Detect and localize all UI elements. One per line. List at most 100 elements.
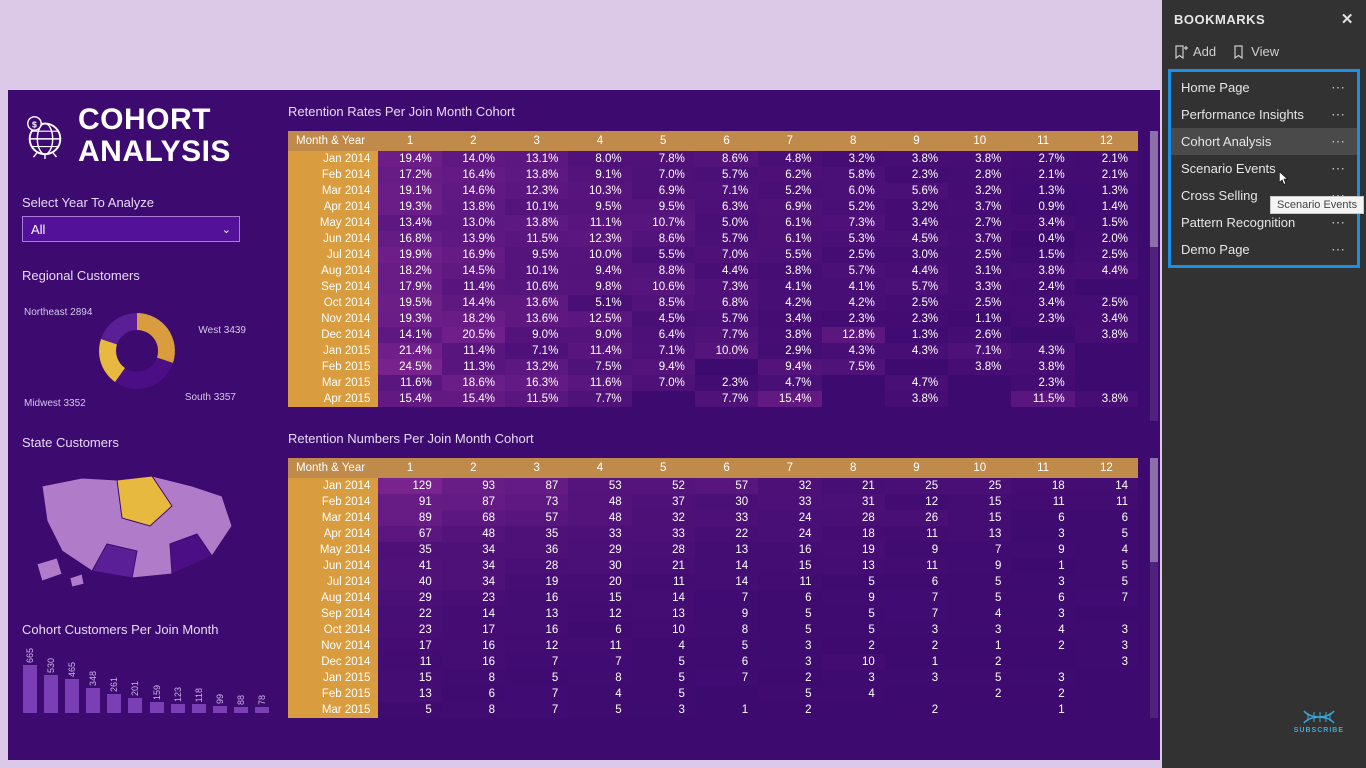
table-cell: 6.3% — [695, 199, 758, 215]
table-cell: 1.1% — [948, 311, 1011, 327]
table-cell: 2.1% — [1075, 167, 1138, 183]
table-cell: 3 — [632, 702, 695, 718]
bar-column: 465 — [64, 662, 80, 713]
table-cell: 1.3% — [1011, 183, 1074, 199]
year-dropdown[interactable]: All ⌄ — [22, 216, 240, 242]
bookmark-add-button[interactable]: Add — [1174, 44, 1216, 59]
table-cell: 25 — [885, 478, 948, 494]
table-cell: 5.7% — [885, 279, 948, 295]
table-cell: 1 — [885, 654, 948, 670]
close-icon[interactable]: ✕ — [1341, 10, 1354, 28]
table-cell: 5 — [1075, 558, 1138, 574]
table-cell: 12 — [505, 638, 568, 654]
table-cell: 14.6% — [442, 183, 505, 199]
table-cell: 13.8% — [505, 167, 568, 183]
table-cell: 30 — [568, 558, 631, 574]
table-cell: 53 — [568, 478, 631, 494]
table-cell: 3.2% — [948, 183, 1011, 199]
table-cell: 2 — [1011, 638, 1074, 654]
table-cell: 16.4% — [442, 167, 505, 183]
table-cell: 2.6% — [948, 327, 1011, 343]
table-cell: 15.4% — [758, 391, 821, 407]
bookmarks-header: BOOKMARKS ✕ — [1162, 0, 1366, 38]
table-cell — [695, 686, 758, 702]
table-cell — [948, 375, 1011, 391]
table1-scrollbar[interactable] — [1150, 131, 1158, 421]
state-map[interactable] — [22, 456, 252, 596]
table-cell: 4.4% — [885, 263, 948, 279]
table-cell: 3.4% — [1011, 215, 1074, 231]
table-cell: 4.2% — [822, 295, 885, 311]
table-cell: 7.1% — [632, 343, 695, 359]
table-cell: 13 — [505, 606, 568, 622]
retention-numbers-table[interactable]: Month & Year123456789101112Jan 201412993… — [288, 458, 1138, 718]
table-cell: 7.1% — [695, 183, 758, 199]
table-cell: 18 — [822, 526, 885, 542]
table-cell: 25 — [948, 478, 1011, 494]
table-cell: 5.8% — [822, 167, 885, 183]
table-cell: 4.8% — [758, 151, 821, 167]
table-cell: 5 — [632, 654, 695, 670]
table-cell — [1075, 279, 1138, 295]
table-cell: 2 — [948, 654, 1011, 670]
table-cell: 11.5% — [505, 391, 568, 407]
table-cell: 2.3% — [885, 167, 948, 183]
bookmark-item[interactable]: Scenario Events⋯ — [1171, 155, 1357, 182]
table-cell: 34 — [442, 574, 505, 590]
bookmark-item-label: Cohort Analysis — [1181, 134, 1271, 149]
ellipsis-icon[interactable]: ⋯ — [1329, 214, 1347, 231]
table-cell: 5 — [568, 702, 631, 718]
table-cell: 6.4% — [632, 327, 695, 343]
ellipsis-icon[interactable]: ⋯ — [1329, 133, 1347, 150]
table2-scrollbar[interactable] — [1150, 458, 1158, 718]
row-header: Sep 2014 — [288, 279, 378, 295]
ellipsis-icon[interactable]: ⋯ — [1329, 241, 1347, 258]
table-cell: 17.2% — [378, 167, 441, 183]
retention-rates-table[interactable]: Month & Year123456789101112Jan 201419.4%… — [288, 131, 1138, 407]
row-header: Feb 2014 — [288, 167, 378, 183]
row-header: Aug 2014 — [288, 590, 378, 606]
table-cell: 5 — [758, 622, 821, 638]
cohort-bars-label: Cohort Customers Per Join Month — [22, 622, 270, 637]
bookmark-item[interactable]: Cohort Analysis ⋯ — [1171, 128, 1357, 155]
bookmarks-list: Home Page⋯Performance Insights⋯Cohort An… — [1168, 69, 1360, 268]
bookmark-view-button[interactable]: View — [1232, 44, 1279, 59]
row-header: Mar 2015 — [288, 375, 378, 391]
regional-donut-chart[interactable]: Northeast 2894 West 3439 South 3357 Midw… — [22, 289, 252, 409]
table-cell: 40 — [378, 574, 441, 590]
bookmark-item[interactable]: Home Page⋯ — [1171, 74, 1357, 101]
table-cell: 3 — [1075, 638, 1138, 654]
table-cell: 9 — [1011, 542, 1074, 558]
table-cell: 6 — [1011, 510, 1074, 526]
table-cell: 13 — [948, 526, 1011, 542]
table-cell: 3 — [1075, 622, 1138, 638]
table-cell: 35 — [378, 542, 441, 558]
table-cell: 4 — [1075, 542, 1138, 558]
table-cell: 23 — [378, 622, 441, 638]
table-cell: 3.8% — [885, 391, 948, 407]
main-content: Retention Rates Per Join Month Cohort Mo… — [288, 104, 1148, 720]
table-cell: 1 — [1011, 558, 1074, 574]
table-cell: 19.1% — [378, 183, 441, 199]
cohort-bar-chart[interactable]: 665530465348261201159123118998878 — [22, 643, 270, 713]
ellipsis-icon[interactable]: ⋯ — [1329, 160, 1347, 177]
row-header: Jan 2014 — [288, 478, 378, 494]
table-cell: 4 — [568, 686, 631, 702]
table-cell: 2.9% — [758, 343, 821, 359]
subscribe-badge[interactable]: SUBSCRIBE — [1294, 707, 1344, 734]
table-cell: 7 — [695, 670, 758, 686]
table-cell: 5 — [1075, 526, 1138, 542]
bookmark-item[interactable]: Demo Page⋯ — [1171, 236, 1357, 263]
table-cell: 22 — [378, 606, 441, 622]
ellipsis-icon[interactable]: ⋯ — [1329, 106, 1347, 123]
ellipsis-icon[interactable]: ⋯ — [1329, 79, 1347, 96]
bookmark-item[interactable]: Performance Insights⋯ — [1171, 101, 1357, 128]
table-cell: 11.4% — [568, 343, 631, 359]
table-cell: 3.4% — [758, 311, 821, 327]
table-cell: 10.0% — [568, 247, 631, 263]
table-cell: 3 — [1011, 526, 1074, 542]
table-cell: 19.3% — [378, 311, 441, 327]
table-cell: 7 — [1075, 590, 1138, 606]
table-cell: 3.1% — [948, 263, 1011, 279]
table-cell: 9 — [885, 542, 948, 558]
